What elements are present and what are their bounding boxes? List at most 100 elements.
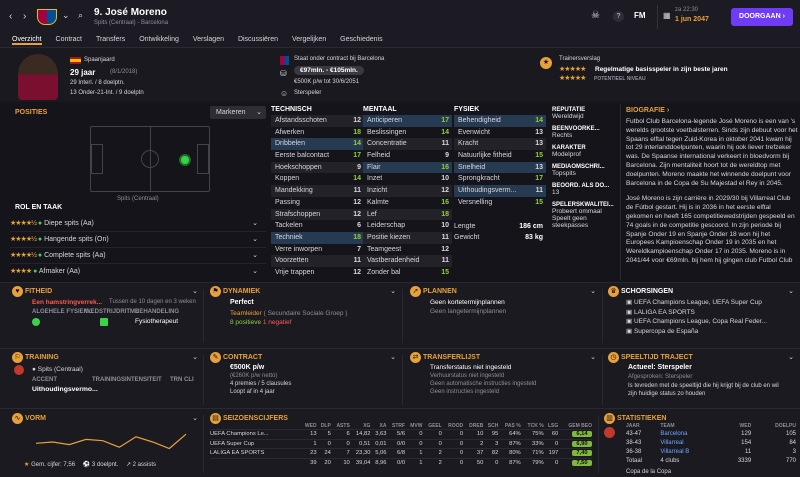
search-icon[interactable]: ⌕ xyxy=(78,10,83,21)
positions-title[interactable]: POSITIES xyxy=(15,109,47,116)
skull-icon[interactable]: ☠ xyxy=(591,10,600,21)
table-row[interactable]: 38-43 Villarreal 154 84 xyxy=(626,438,796,447)
team-name[interactable]: Villarreal B xyxy=(660,447,722,456)
attribute-row[interactable]: Vastberadenheid 11 xyxy=(363,255,452,267)
fitness-title[interactable]: FITHEID xyxy=(25,288,52,295)
tab-reports[interactable]: Verslagen xyxy=(193,36,224,43)
dropdown-arrow-icon[interactable]: ⌄ xyxy=(62,10,70,21)
attribute-row[interactable]: Afwerken 18 xyxy=(271,127,364,139)
attribute-row[interactable]: Techniek 18 xyxy=(271,231,364,244)
attribute-row[interactable]: Versnelling 15 xyxy=(454,197,546,209)
attribute-row[interactable]: Felheid 9 xyxy=(363,150,452,162)
attribute-row[interactable]: Hoekschoppen 9 xyxy=(271,161,364,174)
career-stats-title[interactable]: STATISTIEKEN xyxy=(617,415,667,422)
plans-title[interactable]: PLANNEN xyxy=(423,288,457,295)
biography-title[interactable]: BIOGRAFIE › xyxy=(626,107,798,114)
team-name[interactable]: Barcelona xyxy=(660,429,722,438)
chevron-down-icon[interactable]: ⌄ xyxy=(192,287,198,295)
role-row[interactable]: ★★★★½ ● Diepe spits (Aa) ⌄ xyxy=(10,216,266,232)
chevron-down-icon[interactable]: ⌄ xyxy=(390,353,396,361)
mark-dropdown[interactable]: Markeren ⌄ xyxy=(210,106,266,119)
attribute-row[interactable]: Leiderschap 10 xyxy=(363,220,452,232)
attribute-row[interactable]: Teamgeest 12 xyxy=(363,244,452,256)
dynamics-title[interactable]: DYNAMIEK xyxy=(223,288,260,295)
continue-button[interactable]: DOORGAAN › xyxy=(731,8,793,26)
attribute-row[interactable]: Anticiperen 17 xyxy=(363,115,452,127)
fm-menu-button[interactable]: FM xyxy=(634,11,646,20)
chevron-down-icon[interactable]: ⌄ xyxy=(788,353,794,361)
role-row[interactable]: ★★★★½ ● Hangende spits (On) ⌄ xyxy=(10,232,266,248)
tab-contract[interactable]: Contract xyxy=(56,36,82,43)
attribute-row[interactable]: Uithoudingsverm... 11 xyxy=(454,185,546,197)
attribute-row[interactable]: Inzet 10 xyxy=(363,173,452,185)
attribute-row[interactable]: Vrije trappen 12 xyxy=(271,267,364,279)
attribute-row[interactable]: Kalmte 16 xyxy=(363,197,452,209)
attribute-value: 6 xyxy=(357,222,361,230)
attribute-row[interactable]: Evenwicht 13 xyxy=(454,127,546,139)
attribute-row[interactable]: Behendigheid 14 xyxy=(454,115,546,127)
table-row[interactable]: 39 20 10 39,04 8,96 0/0 1 2 0 50 0 87% 79% 0 7,50 xyxy=(210,458,592,468)
transfer-title[interactable]: TRANSFERLIJST xyxy=(423,354,480,361)
table-row[interactable]: 36-38 Villarreal B 11 3 xyxy=(626,447,796,456)
honours-title[interactable]: SCHORSINGEN xyxy=(621,288,673,295)
attribute-row[interactable]: Dribbelen 14 xyxy=(271,138,364,151)
attribute-row[interactable]: Natuurlijke fitheid 15 xyxy=(454,150,546,162)
attribute-row[interactable]: Strafschoppen 12 xyxy=(271,208,364,221)
attribute-row[interactable]: Snelheid 13 xyxy=(454,161,546,174)
attribute-row[interactable]: Voorzetten 11 xyxy=(271,255,364,267)
table-row[interactable]: Totaal 4 clubs 3339 770 xyxy=(626,456,796,465)
chevron-down-icon[interactable]: ⌄ xyxy=(390,287,396,295)
playing-time-title[interactable]: SPEELTIJD TRAJECT xyxy=(621,354,693,361)
attribute-row[interactable]: Passing 12 xyxy=(271,197,364,209)
attribute-row[interactable]: Kracht 13 xyxy=(454,138,546,151)
attribute-row[interactable]: Concentratie 11 xyxy=(363,138,452,151)
chevron-down-icon[interactable]: ⌄ xyxy=(590,287,596,295)
team-name[interactable]: Villarreal xyxy=(660,438,722,447)
contract-title[interactable]: CONTRACT xyxy=(223,354,262,361)
attribute-row[interactable]: Eerste balcontact 17 xyxy=(271,150,364,162)
attribute-row[interactable]: Verre inworpen 7 xyxy=(271,244,364,256)
chevron-down-icon[interactable]: ⌄ xyxy=(788,287,794,295)
chevron-down-icon[interactable]: ⌄ xyxy=(590,353,596,361)
attribute-row[interactable]: Tackelen 6 xyxy=(271,220,364,232)
season-stats-title[interactable]: SEIZOENSCIJFERS xyxy=(223,415,288,422)
tab-discuss[interactable]: Discussiëren xyxy=(238,36,278,43)
attribute-row[interactable]: Flair 16 xyxy=(363,161,452,174)
attribute-row[interactable]: Zonder bal 15 xyxy=(363,267,452,279)
attribute-name: Inzicht xyxy=(367,187,388,195)
team-name[interactable]: 4 clubs xyxy=(660,456,722,465)
help-icon[interactable]: ? xyxy=(613,11,624,22)
chevron-down-icon[interactable]: ⌄ xyxy=(192,414,198,422)
attribute-row[interactable]: Inzicht 12 xyxy=(363,185,452,197)
pitch-diagram xyxy=(90,126,210,192)
club-crest-icon[interactable] xyxy=(37,9,57,25)
form-title[interactable]: VORM xyxy=(25,415,46,422)
attribute-row[interactable]: Beslissingen 14 xyxy=(363,127,452,139)
attribute-row[interactable]: Mandekking 11 xyxy=(271,185,364,197)
chevron-down-icon: ⌄ xyxy=(252,220,258,227)
attribute-row[interactable]: Afstandsschoten 12 xyxy=(271,115,364,127)
role-row[interactable]: ★★★★½ ● Complete spits (Aa) ⌄ xyxy=(10,248,266,264)
attribute-row[interactable]: Lef 18 xyxy=(363,208,452,221)
table-row[interactable]: UEFA Champions Le... 13 5 6 14,82 3,63 5/6 0 0 0 1… xyxy=(210,429,592,440)
role-row[interactable]: ★★★★ ● Afmaker (Aa) ⌄ xyxy=(10,264,266,280)
tab-development[interactable]: Ontwikkeling xyxy=(139,36,179,43)
stat-cell: 1 xyxy=(419,460,423,466)
tab-history[interactable]: Geschiedenis xyxy=(340,36,382,43)
stat-cell: 87% xyxy=(509,440,521,447)
tab-overview[interactable]: Overzicht xyxy=(12,36,42,45)
attribute-row[interactable]: Sprongkracht 17 xyxy=(454,173,546,185)
table-row[interactable]: LALIGA EA SPORTS 23 24 7 23,30 5,06 6/8 1 2 0 37 82… xyxy=(210,448,592,459)
table-row[interactable]: 43-47 Barcelona 129 105 xyxy=(626,429,796,438)
tab-transfers[interactable]: Transfers xyxy=(96,36,125,43)
tab-compare[interactable]: Vergelijken xyxy=(292,36,326,43)
training-title[interactable]: TRAINING xyxy=(25,354,59,361)
calendar-panel[interactable]: ▦ za 22:30 1 jun 2047 xyxy=(657,5,721,29)
table-row[interactable]: UEFA Super Cup 1 0 0 0,51 0,01 0/0 0 0 0 2 3 87% 33% 0… xyxy=(210,439,592,449)
back-icon[interactable]: ‹ xyxy=(9,11,12,22)
chevron-down-icon[interactable]: ⌄ xyxy=(192,353,198,361)
attribute-row[interactable]: Koppen 14 xyxy=(271,173,364,185)
forward-icon[interactable]: › xyxy=(23,11,26,22)
attribute-row[interactable]: Positie kiezen 11 xyxy=(363,231,452,244)
squad-status: Sterspeler xyxy=(294,90,322,96)
